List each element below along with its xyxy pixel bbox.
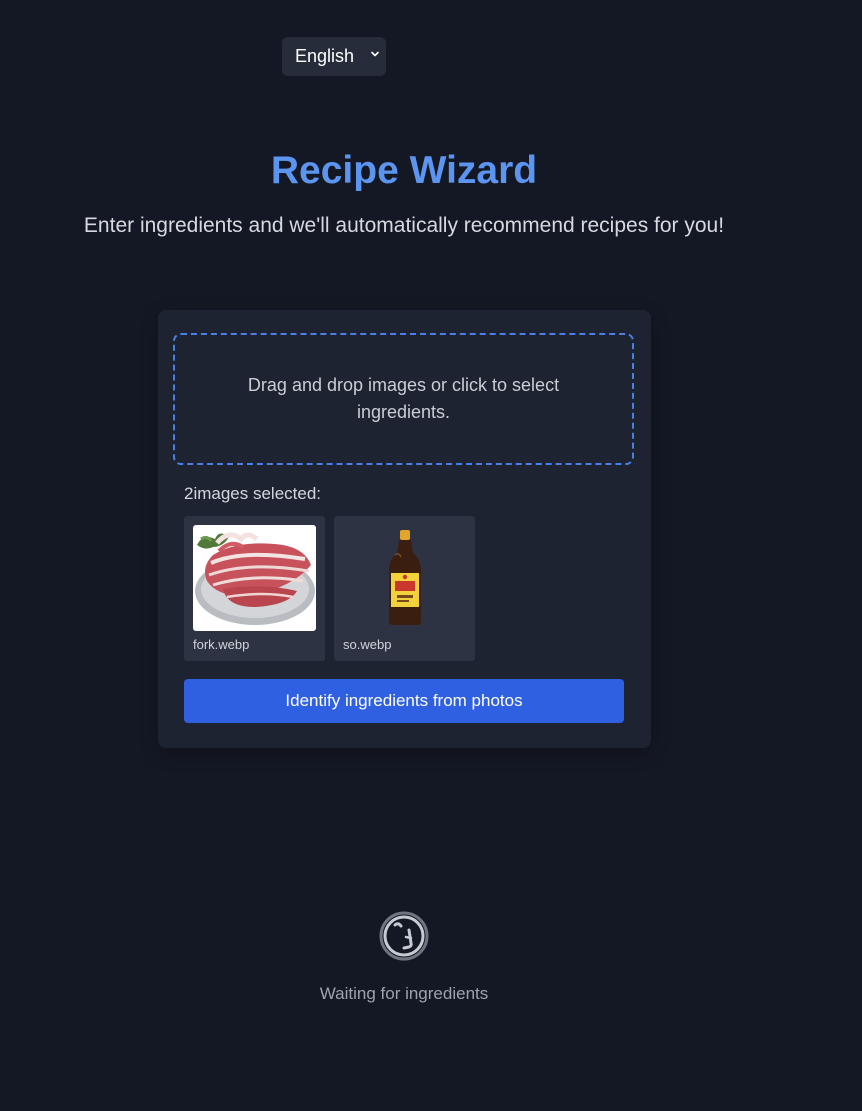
waiting-status: Waiting for ingredients <box>319 984 489 1003</box>
identify-ingredients-button[interactable]: Identify ingredients from photos <box>184 679 624 723</box>
selected-images-count: 2images selected: <box>184 484 322 503</box>
upload-card: Drag and drop images or click to select … <box>158 310 651 748</box>
waiting-face-icon <box>379 911 429 961</box>
page-title: Recipe Wizard <box>270 149 538 192</box>
image-thumbnail[interactable]: fork.webp <box>184 516 325 661</box>
language-select-value: English <box>295 46 355 66</box>
pork-belly-image <box>193 525 316 631</box>
dropzone-text: Drag and drop images or click to select … <box>247 375 560 422</box>
image-thumbnail[interactable]: so.webp <box>334 516 475 661</box>
image-dropzone[interactable]: Drag and drop images or click to select … <box>173 333 634 465</box>
soy-sauce-bottle-image <box>343 525 466 631</box>
image-filename: so.webp <box>343 637 392 652</box>
chevron-down-icon <box>371 51 379 57</box>
image-filename: fork.webp <box>193 637 250 652</box>
language-select[interactable]: English <box>282 37 386 76</box>
page-subtitle: Enter ingredients and we'll automaticall… <box>83 214 725 237</box>
